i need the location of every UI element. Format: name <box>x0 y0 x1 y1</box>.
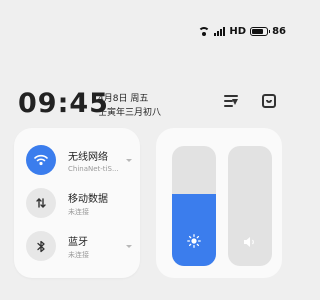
battery-percent: 86 <box>272 26 286 37</box>
sun-icon <box>187 233 201 252</box>
mobile-data-button[interactable] <box>26 188 56 218</box>
mobile-data-icon <box>36 198 46 208</box>
sliders-card <box>156 128 282 278</box>
signal-icon <box>214 27 226 36</box>
wifi-icon <box>34 154 48 166</box>
connectivity-card: 无线网络 ChinaNet-tiS... 移动数据 未连接 蓝牙 未连接 <box>14 128 140 278</box>
battery-icon <box>250 27 271 36</box>
lunar-date-label: 壬寅年三月初八 <box>98 108 162 118</box>
clock-time: 09:45 <box>18 88 109 119</box>
bluetooth-icon <box>37 240 45 252</box>
top-actions <box>224 94 276 108</box>
mobile-data-toggle[interactable]: 移动数据 未连接 <box>26 185 132 221</box>
wifi-network-name: ChinaNet-tiS... <box>68 164 119 173</box>
notification-tray-icon[interactable] <box>262 94 276 108</box>
volume-slider[interactable] <box>228 146 272 266</box>
brightness-fill <box>172 194 216 266</box>
bluetooth-toggle[interactable]: 蓝牙 未连接 <box>26 228 132 264</box>
bluetooth-label: 蓝牙 <box>68 236 88 248</box>
wifi-icon <box>198 27 211 36</box>
date-block: 4月8日 周五 壬寅年三月初八 <box>98 92 161 120</box>
chevron-down-icon[interactable] <box>126 244 132 248</box>
network-type-label: HD <box>229 26 247 37</box>
mobile-data-label: 移动数据 <box>68 193 108 205</box>
mobile-data-status: 未连接 <box>68 207 89 216</box>
edit-list-icon[interactable] <box>224 94 238 108</box>
wifi-button[interactable] <box>26 145 56 175</box>
wifi-toggle[interactable]: 无线网络 ChinaNet-tiS... <box>26 142 132 178</box>
bluetooth-status: 未连接 <box>68 250 89 259</box>
speaker-icon <box>243 233 257 252</box>
date-label: 4月8日 周五 <box>98 94 149 104</box>
wifi-label: 无线网络 <box>68 151 108 163</box>
chevron-down-icon[interactable] <box>126 158 132 162</box>
brightness-slider[interactable] <box>172 146 216 266</box>
bluetooth-button[interactable] <box>26 231 56 261</box>
status-bar: HD 86 <box>198 26 286 37</box>
